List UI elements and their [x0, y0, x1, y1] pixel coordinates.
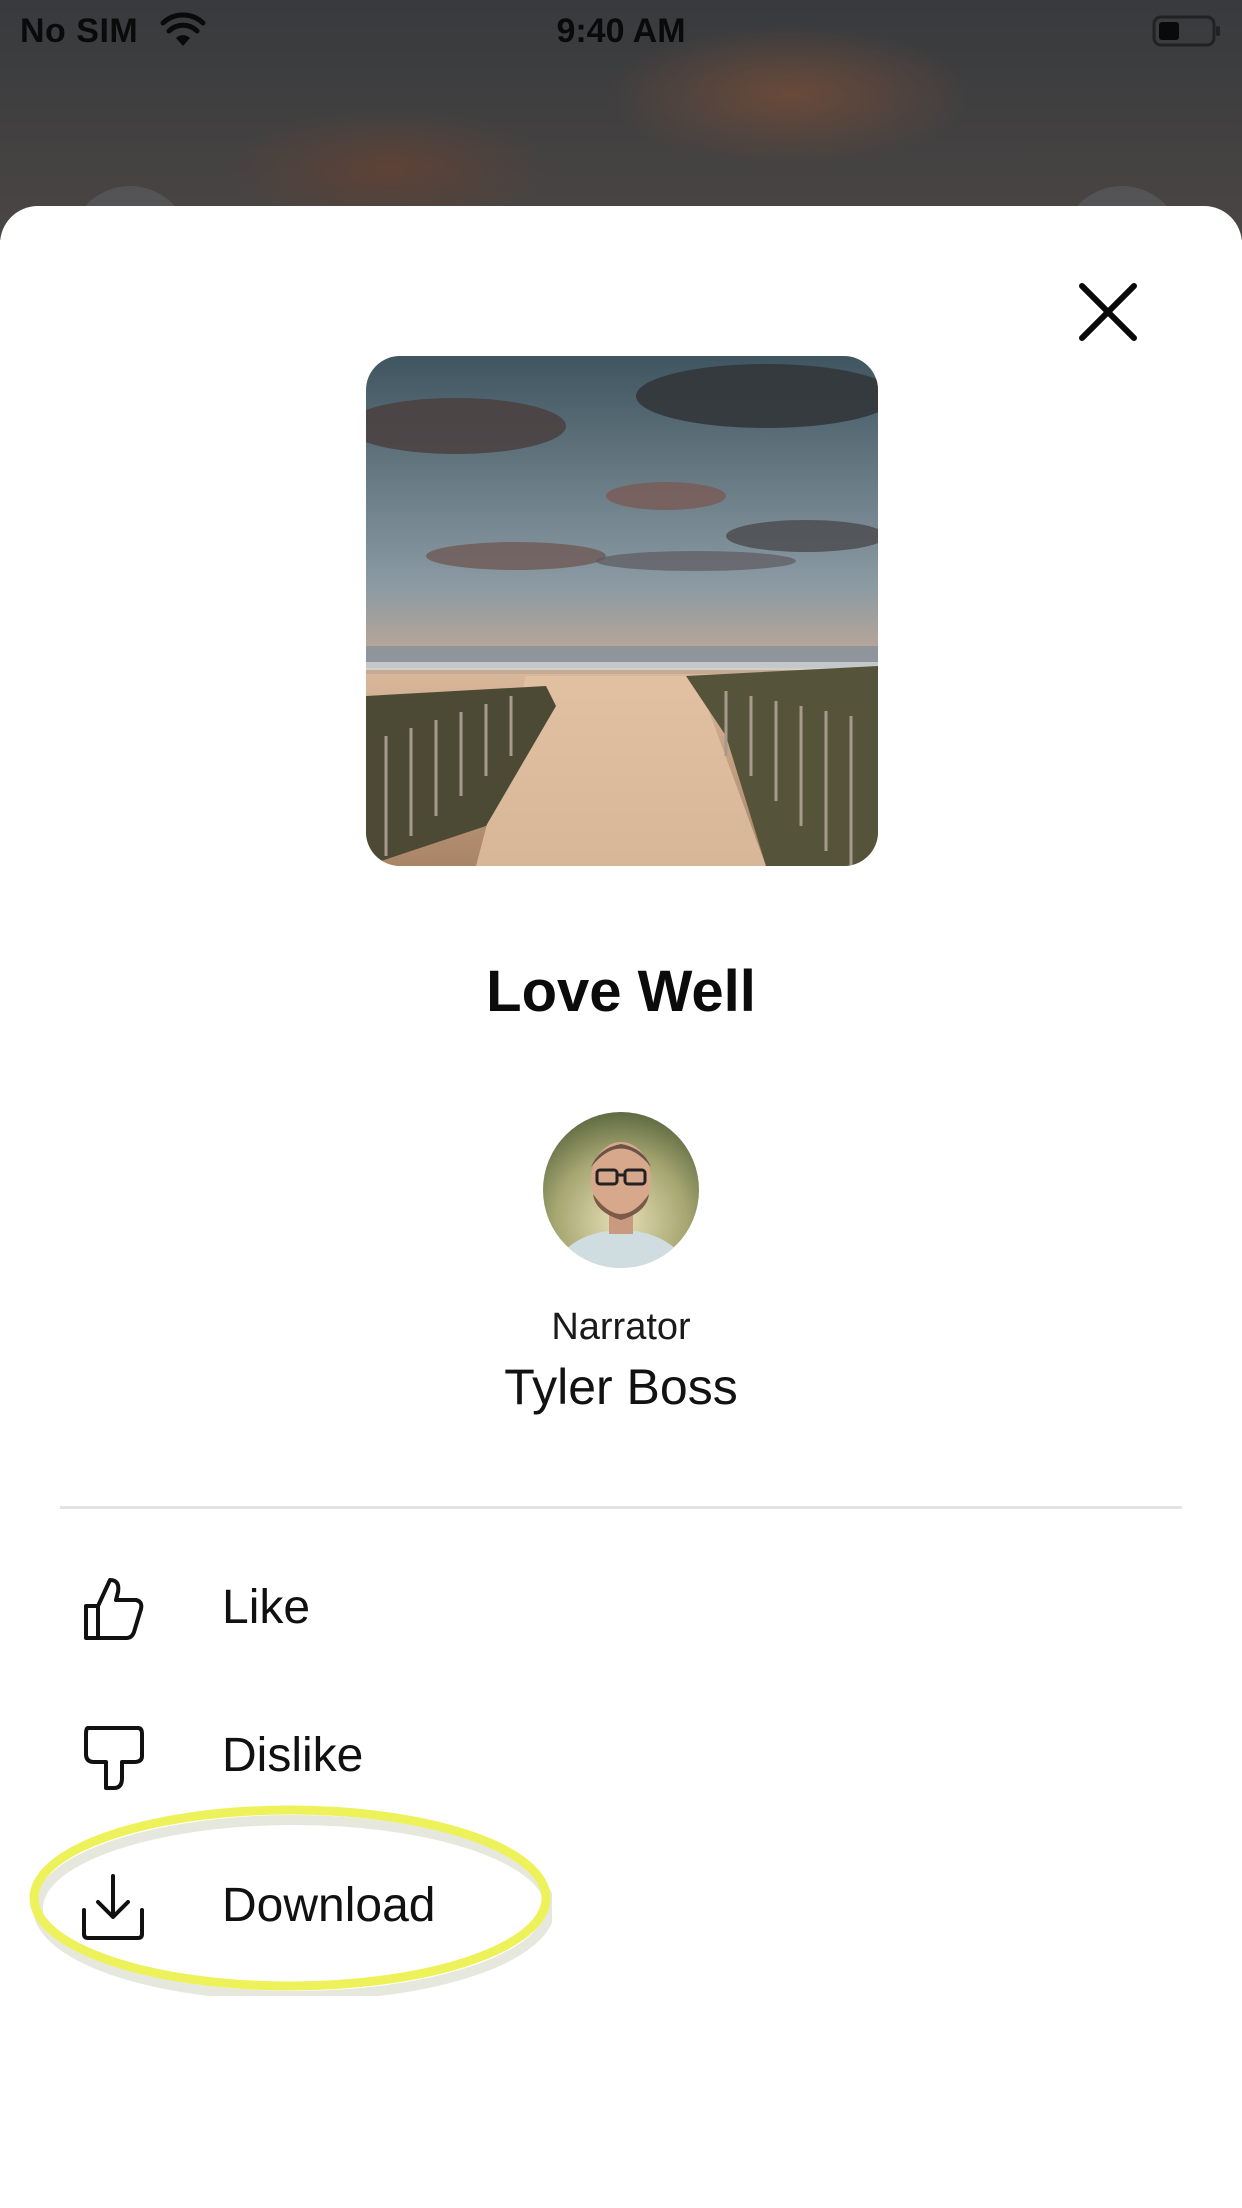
like-label: Like	[222, 1581, 311, 1634]
like-button[interactable]: Like	[0, 1542, 1242, 1672]
battery-icon	[1152, 14, 1222, 48]
divider	[60, 1506, 1182, 1509]
clock: 9:40 AM	[556, 12, 686, 50]
cover-image	[366, 356, 878, 866]
close-button[interactable]	[1060, 266, 1156, 362]
dislike-label: Dislike	[222, 1729, 364, 1782]
close-icon	[1078, 282, 1138, 347]
download-icon	[76, 1870, 150, 1944]
download-label: Download	[222, 1879, 436, 1932]
bottom-sheet: Love Well Narrator Tyler Boss Like Disli…	[0, 206, 1242, 2208]
narrator-name: Tyler Boss	[504, 1359, 738, 1415]
screen: No SIM 9:40 AM Love Well Narrator Tyler …	[0, 0, 1242, 2208]
thumbs-down-icon	[76, 1720, 150, 1794]
thumbs-up-icon	[76, 1572, 150, 1646]
status-bar: No SIM 9:40 AM	[0, 0, 1242, 62]
narrator-label: Narrator	[551, 1306, 691, 1348]
narrator-avatar	[543, 1112, 699, 1268]
episode-title: Love Well	[486, 959, 756, 1024]
dislike-button[interactable]: Dislike	[0, 1690, 1242, 1820]
download-button[interactable]: Download	[0, 1840, 1242, 1970]
